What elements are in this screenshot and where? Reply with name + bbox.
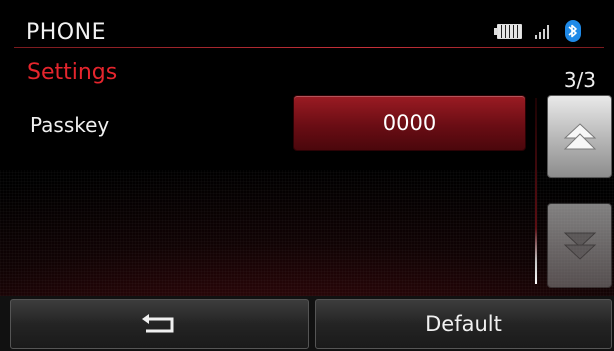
scrollbar-track bbox=[535, 98, 537, 284]
passkey-button[interactable]: 0000 bbox=[293, 95, 526, 151]
title-divider bbox=[14, 47, 604, 48]
bluetooth-icon bbox=[565, 20, 581, 42]
screen-title: PHONE bbox=[26, 20, 106, 45]
double-chevron-down-icon bbox=[563, 232, 596, 260]
section-title: Settings bbox=[27, 60, 118, 85]
scroll-down-button[interactable] bbox=[547, 203, 612, 288]
scroll-up-button[interactable] bbox=[547, 95, 612, 178]
double-chevron-up-icon bbox=[563, 122, 596, 149]
phone-settings-screen: PHONE Settings 3/3 Passkey 0000 Default bbox=[0, 0, 614, 351]
battery-icon bbox=[494, 24, 522, 39]
default-button[interactable]: Default bbox=[315, 299, 612, 349]
signal-icon bbox=[533, 23, 553, 39]
back-button[interactable] bbox=[10, 299, 309, 349]
back-arrow-icon bbox=[141, 314, 173, 333]
passkey-label: Passkey bbox=[30, 113, 110, 137]
page-indicator: 3/3 bbox=[563, 68, 596, 92]
